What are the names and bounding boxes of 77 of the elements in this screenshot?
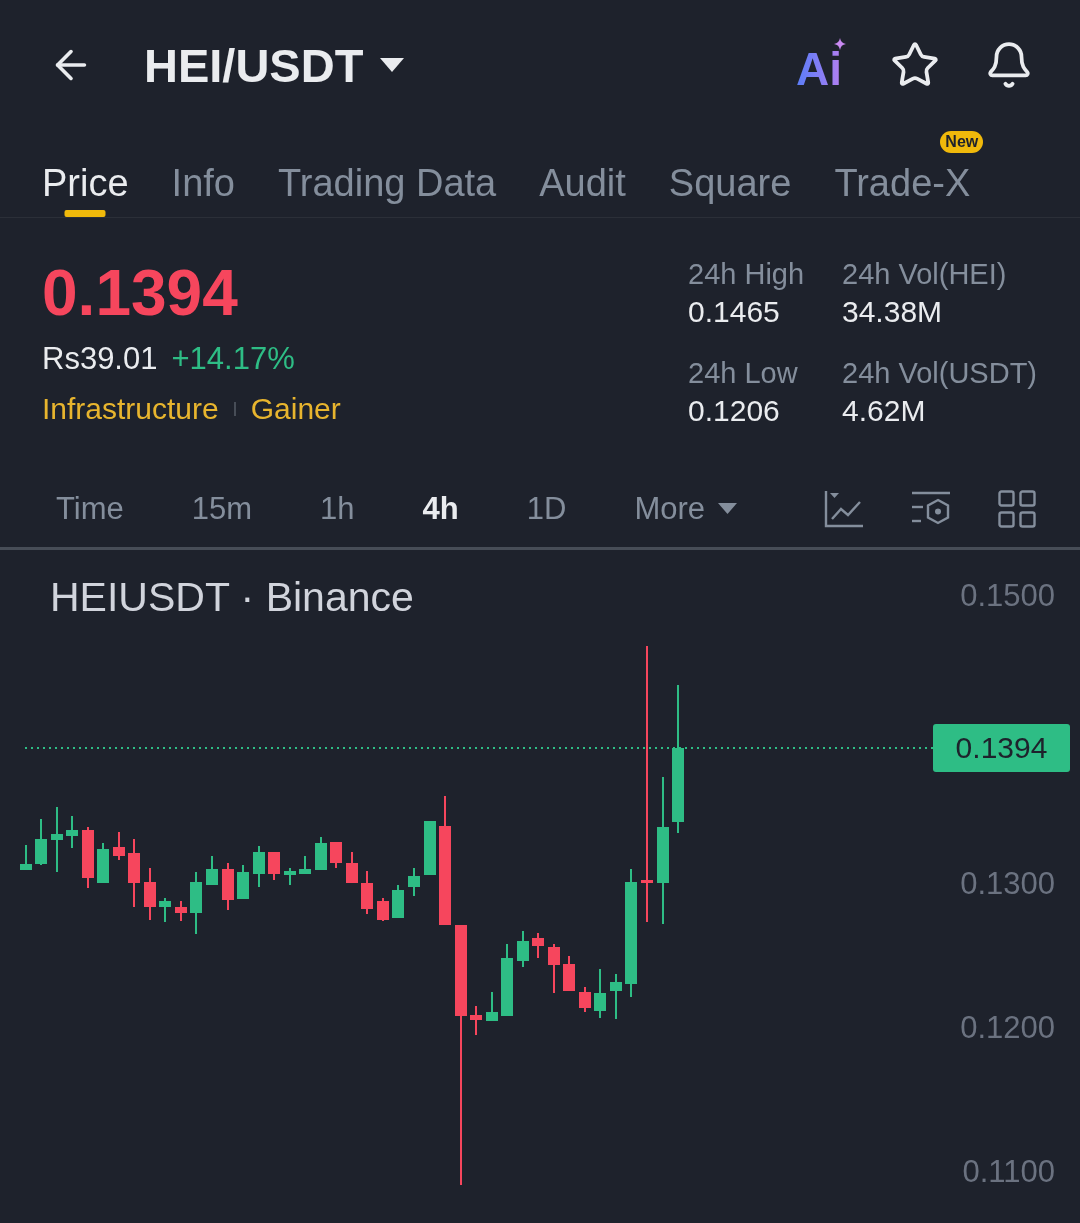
- candlestick: [66, 815, 78, 849]
- axis-label: 0.1300: [960, 866, 1055, 902]
- candlestick: [470, 1005, 482, 1036]
- candlestick: [237, 864, 249, 900]
- stat-value: 0.1206: [688, 393, 781, 429]
- axis-label: 0.1500: [960, 578, 1055, 614]
- tab[interactable]: Square: [668, 130, 792, 217]
- candlestick: [377, 897, 389, 922]
- candlestick: [579, 986, 591, 1013]
- candlestick: [51, 806, 63, 873]
- candlestick: [361, 870, 373, 915]
- more-dropdown[interactable]: More: [634, 493, 737, 524]
- caret-icon: [718, 503, 737, 514]
- tab[interactable]: New Trade-X: [834, 130, 984, 217]
- line-chart-icon: [824, 489, 864, 528]
- stat-label: 24h High: [688, 257, 806, 292]
- candlestick: [486, 991, 498, 1022]
- caret-icon: [380, 58, 405, 72]
- layout-button[interactable]: [998, 489, 1036, 528]
- interval-tab[interactable]: 1D: [526, 493, 567, 524]
- candlestick: [113, 831, 125, 861]
- candlestick: [392, 884, 404, 919]
- axis-label: 0.1200: [960, 1010, 1055, 1046]
- candlestick: [20, 844, 32, 871]
- interval-tab[interactable]: 4h: [422, 493, 459, 524]
- fiat-price: Rs39.01: [42, 340, 158, 378]
- candlestick: [222, 862, 234, 911]
- candlestick: [408, 867, 420, 897]
- tab[interactable]: Trading Data: [277, 130, 497, 217]
- stat-value: 34.38M: [842, 294, 944, 330]
- candlestick: [206, 855, 218, 886]
- candlestick: [35, 818, 47, 866]
- pair-selector[interactable]: HEI/USDT: [144, 41, 405, 89]
- new-badge: New: [940, 131, 984, 153]
- candlestick: [253, 845, 265, 888]
- stat-value: 4.62M: [842, 393, 927, 429]
- axis-label: 0.1100: [962, 1154, 1055, 1190]
- candlestick: [97, 842, 109, 884]
- interval-tab[interactable]: Time: [56, 493, 124, 524]
- last-price: 0.1394: [42, 261, 239, 325]
- tab[interactable]: Info: [171, 130, 235, 217]
- candlestick: [610, 973, 622, 1020]
- candlestick: [82, 826, 94, 889]
- price-change: +14.17%: [171, 340, 295, 378]
- candlestick: [532, 932, 544, 959]
- candlestick: [563, 955, 575, 992]
- candlestick: [299, 855, 311, 875]
- tab-underline: [64, 210, 106, 217]
- candlestick: [330, 841, 342, 869]
- candlestick: [315, 836, 327, 871]
- candlestick: [517, 930, 529, 968]
- tag-link[interactable]: Gainer: [250, 389, 341, 429]
- candlestick: [128, 838, 140, 908]
- tab[interactable]: Price: [42, 130, 129, 217]
- candlestick: [159, 897, 171, 923]
- sparkle-icon: [834, 38, 846, 50]
- candlestick: [284, 867, 296, 886]
- candlestick: [190, 871, 202, 935]
- stat-label: 24h Low: [688, 356, 799, 391]
- candlestick: [548, 943, 560, 994]
- candlestick: [144, 867, 156, 921]
- indicator-button[interactable]: [824, 489, 864, 528]
- stat-label: 24h Vol(HEI): [842, 257, 1008, 292]
- stat-label: 24h Vol(USDT): [842, 356, 1038, 391]
- candlestick: [268, 851, 280, 881]
- last-price-tag: 0.1394: [933, 724, 1070, 772]
- candlestick: [346, 851, 358, 884]
- candlestick: [424, 820, 436, 876]
- tag-link[interactable]: Infrastructure: [42, 389, 219, 429]
- candlestick: [175, 900, 187, 922]
- chart-title: HEIUSDT · Binance: [50, 573, 414, 621]
- interval-tab[interactable]: 15m: [191, 493, 253, 524]
- grid-icon: [998, 489, 1036, 528]
- candlestick: [594, 968, 606, 1019]
- tab[interactable]: Audit: [539, 130, 626, 217]
- stat-value: 0.1465: [688, 294, 781, 330]
- interval-tab[interactable]: 1h: [320, 493, 355, 524]
